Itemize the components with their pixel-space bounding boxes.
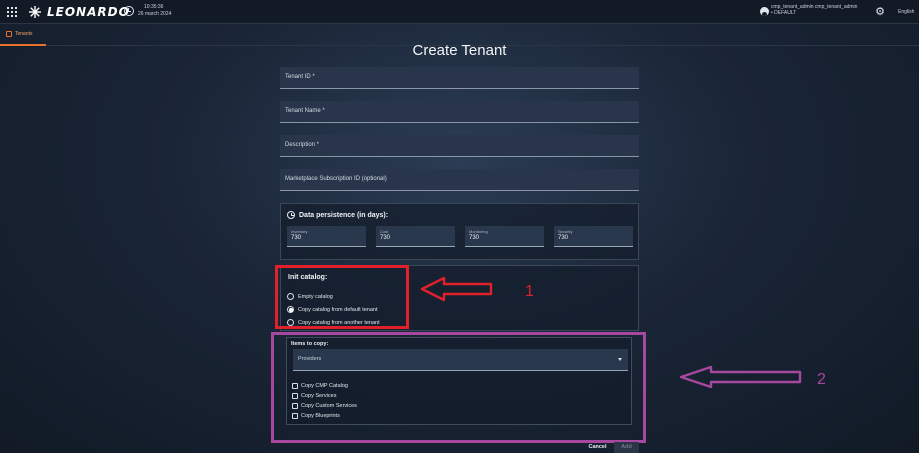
- security-value: 730: [558, 235, 569, 241]
- time-text: 10:35:36: [144, 4, 164, 10]
- annotation-number-2: 2: [817, 371, 826, 388]
- data-persistence-header: Data persistence (in days):: [287, 211, 388, 219]
- tab-tenants[interactable]: Tenants: [0, 24, 46, 46]
- marketplace-subscription-field[interactable]: Marketplace Subscription ID (optional): [280, 169, 639, 191]
- cost-value: 730: [380, 235, 391, 241]
- leonardo-logo-icon: [29, 6, 41, 18]
- highlight-box-2: [271, 332, 646, 443]
- monitoring-days-field[interactable]: Monitoring 730: [465, 226, 544, 247]
- inventory-days-field[interactable]: Inventory 730: [287, 226, 366, 247]
- tab-label: Tenants: [15, 31, 33, 37]
- highlight-box-1: [275, 265, 409, 329]
- tenant-id-field[interactable]: Tenant ID *: [280, 67, 639, 89]
- apps-grid-icon[interactable]: [7, 7, 17, 17]
- monitoring-value: 730: [469, 235, 480, 241]
- user-info[interactable]: cmp_tenant_admin cmp_tenant_admin • DEFA…: [771, 4, 857, 16]
- data-persistence-section: Data persistence (in days): Inventory 73…: [280, 203, 639, 260]
- top-bar: LEONARDO 10:35:36 26 march 2024 cmp_tena…: [0, 0, 919, 24]
- annotation-number-1: 1: [525, 283, 534, 300]
- cancel-button[interactable]: Cancel: [585, 442, 610, 453]
- brand-name: LEONARDO: [47, 5, 130, 19]
- clock-icon: [287, 211, 295, 219]
- annotation-arrow-2: [679, 365, 802, 389]
- page-title: Create Tenant: [412, 42, 507, 56]
- user-tenant: • DEFAULT: [771, 10, 797, 16]
- edit-icon: [6, 31, 12, 37]
- description-field[interactable]: Description *: [280, 135, 639, 157]
- inventory-value: 730: [291, 235, 302, 241]
- annotation-arrow-1: [420, 276, 493, 302]
- user-icon[interactable]: [760, 7, 769, 16]
- gear-icon[interactable]: ⚙: [875, 7, 885, 18]
- date-text: 26 march 2024: [138, 11, 172, 17]
- cost-days-field[interactable]: Cost 730: [376, 226, 455, 247]
- tenant-name-field[interactable]: Tenant Name *: [280, 101, 639, 123]
- clock-icon: [124, 6, 134, 16]
- add-button[interactable]: Add: [614, 442, 639, 453]
- language-selector[interactable]: English: [898, 9, 914, 15]
- brand-logo[interactable]: LEONARDO: [28, 4, 130, 20]
- security-days-field[interactable]: Security 730: [554, 226, 633, 247]
- data-persistence-title: Data persistence (in days):: [299, 211, 389, 219]
- datetime: 10:35:36 26 march 2024: [138, 4, 171, 18]
